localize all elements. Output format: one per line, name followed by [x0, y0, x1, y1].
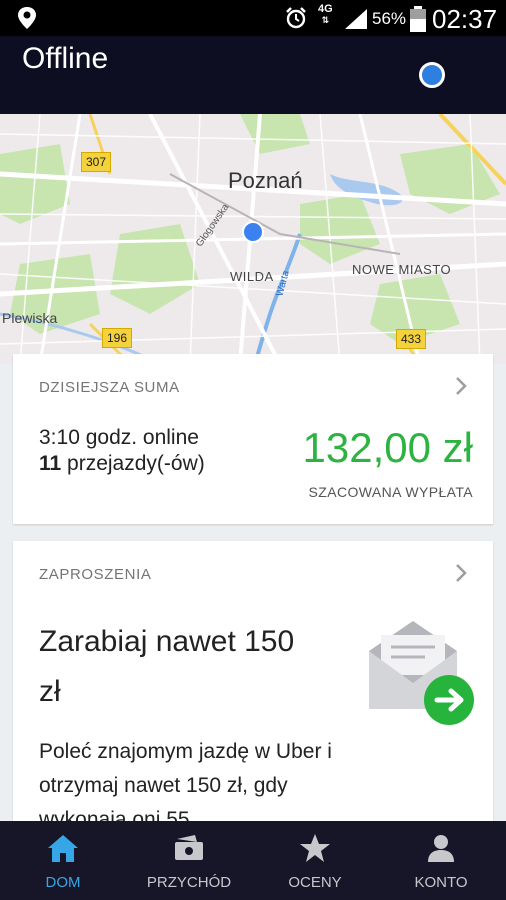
envelope-invite-icon [369, 621, 474, 725]
map-district-label: NOWE MIASTO [352, 262, 452, 277]
nav-label: KONTO [414, 874, 468, 891]
star-icon [300, 834, 330, 862]
invitations-card[interactable]: ZAPROSZENIA Zarabiaj nawet 150 zł Poleć … [13, 541, 493, 841]
nav-account[interactable]: KONTO [378, 821, 504, 900]
wallet-icon [175, 835, 203, 860]
invitations-heading: ZAPROSZENIA [39, 566, 152, 583]
earnings-amount: 132,00 zł [302, 424, 473, 471]
current-location-marker [242, 221, 264, 243]
invite-title: Zarabiaj nawet 150 zł [39, 625, 295, 708]
road-number-badge: 433 [396, 329, 427, 349]
location-icon [18, 7, 36, 29]
rides-label: przejazdy(-ów) [61, 452, 205, 475]
payout-label: SZACOWANA WYPŁATA [308, 484, 473, 500]
chevron-right-icon [456, 377, 467, 395]
road-number-badge: 307 [81, 152, 112, 172]
nav-label: OCENY [288, 874, 342, 891]
person-icon [428, 835, 454, 862]
nav-home[interactable]: DOM [0, 821, 126, 900]
battery-percent: 56% [372, 9, 407, 28]
nav-ratings[interactable]: OCENY [252, 821, 378, 900]
rides-count: 11 [39, 452, 62, 475]
network-type: 4G ⇅ [318, 3, 333, 26]
summary-heading: DZISIEJSZA SUMA [39, 379, 180, 396]
driver-status-title: Offline [22, 42, 109, 75]
online-toggle[interactable] [419, 62, 445, 88]
road-number-badge: 196 [102, 328, 133, 348]
map-city-label: Poznań [228, 168, 303, 193]
nav-label: PRZYCHÓD [146, 874, 232, 891]
bottom-navigation: DOM PRZYCHÓD OCENY KONTO [0, 821, 506, 900]
today-summary-card[interactable]: DZISIEJSZA SUMA 3:10 godz. online 11 prz… [13, 354, 493, 524]
map-district-label: Plewiska [2, 310, 58, 326]
map-view[interactable]: Poznań WILDA NOWE MIASTO Plewiska Głogow… [0, 114, 506, 364]
clock: 02:37 [432, 4, 498, 34]
status-bar: 4G ⇅ 56% 02:37 [0, 0, 506, 36]
home-icon [48, 835, 78, 862]
top-app-bar: Offline [0, 36, 506, 114]
rides-summary: 11 przejazdy(-ów) [39, 452, 205, 476]
nav-label: DOM [45, 874, 81, 891]
signal-icon [345, 9, 367, 29]
nav-earnings[interactable]: PRZYCHÓD [126, 821, 252, 900]
map-district-label: WILDA [230, 269, 274, 284]
chevron-right-icon [456, 564, 467, 582]
online-hours: 3:10 godz. online [39, 426, 199, 449]
alarm-icon [286, 7, 306, 29]
battery-icon [410, 6, 426, 32]
